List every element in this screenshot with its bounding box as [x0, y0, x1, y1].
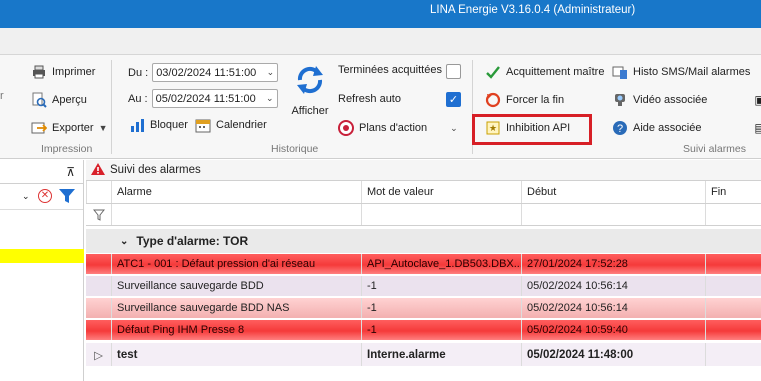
clear-icon[interactable]: ✕ [38, 189, 52, 203]
filter-cell[interactable] [361, 204, 521, 225]
table-row[interactable]: Surveillance sauvegarde BDD NAS -1 05/02… [86, 298, 761, 319]
histo-sms-mail-button[interactable]: Histo SMS/Mail alarmes [612, 64, 750, 80]
historique-group-label: Historique [271, 143, 319, 155]
table-row[interactable]: Surveillance sauvegarde BDD -1 05/02/202… [86, 276, 761, 297]
col-header-fin[interactable]: Fin [705, 181, 761, 203]
suivi-group-label: Suivi alarmes [683, 143, 747, 155]
selected-row-highlight[interactable] [0, 249, 84, 263]
pin-icon[interactable]: ⊼ [66, 165, 75, 179]
filter-cell[interactable] [705, 204, 761, 225]
date-du-picker[interactable]: 03/02/2024 11:51:00 ⌄ [152, 63, 279, 82]
grid-title: Suivi des alarmes [110, 164, 201, 176]
date-du-field[interactable]: Du : 03/02/2024 11:51:00 ⌄ [128, 63, 279, 82]
chevron-down-icon[interactable]: ⌄ [22, 191, 30, 202]
col-header-alarme[interactable]: Alarme [111, 181, 361, 203]
left-panel-header: ⊼ [0, 160, 83, 184]
refresh-auto-checkbox[interactable]: ✓ [446, 92, 461, 107]
group-row[interactable]: ⌄ Type d'alarme: TOR [86, 229, 761, 253]
imprimer-button[interactable]: Imprimer [31, 64, 95, 80]
plans-action-button[interactable]: Plans d'action ⌄ [338, 120, 458, 136]
acquittement-maitre-button[interactable]: Acquittement maître [485, 64, 604, 80]
left-panel: ⊼ ⌄ ✕ [0, 160, 84, 381]
table-row[interactable]: ▷ test Interne.alarme 05/02/2024 11:48:0… [86, 343, 761, 367]
partial-left-marker: r [0, 90, 4, 102]
calendar-icon [195, 117, 211, 133]
aide-associee-button[interactable]: ? Aide associée [612, 120, 702, 136]
calendrier-button[interactable]: Calendrier [195, 117, 267, 133]
printer-icon [31, 64, 47, 80]
warning-icon [90, 162, 106, 179]
exporter-button[interactable]: Exporter ▼ [31, 120, 108, 136]
left-panel-filter-bar: ⌄ ✕ [0, 184, 83, 210]
impression-group-label: Impression [41, 143, 93, 155]
filter-cell[interactable] [521, 204, 705, 225]
refresh-auto-option[interactable]: Refresh auto [338, 93, 401, 105]
afficher-button[interactable]: Afficher [288, 62, 332, 124]
group-divider [111, 60, 112, 154]
ribbon-tab-strip [0, 28, 761, 55]
target-icon [338, 120, 354, 136]
table-row[interactable]: ATC1 - 001 : Défaut pression d'ai réseau… [86, 254, 761, 275]
preview-icon [31, 92, 47, 108]
filter-cell[interactable] [111, 204, 361, 225]
refresh-icon [292, 62, 328, 101]
window-title: LINA Energie V3.16.0.4 (Administrateur) [430, 4, 636, 16]
grid-title-bar: Suivi des alarmes [86, 160, 761, 180]
mail-icon [612, 64, 628, 80]
filter-icon[interactable] [58, 187, 76, 208]
export-icon [31, 120, 47, 136]
camera-icon [612, 92, 628, 108]
expand-icon[interactable]: ▷ [86, 343, 111, 366]
forcer-la-fin-button[interactable]: Forcer la fin [485, 92, 564, 108]
chevron-down-icon: ⌄ [450, 122, 458, 133]
terminees-checkbox[interactable] [446, 64, 461, 79]
grid-filter-row [86, 204, 761, 226]
title-bar: LINA Energie V3.16.0.4 (Administrateur) [0, 0, 761, 28]
force-stop-icon [485, 92, 501, 108]
filter-icon[interactable] [86, 204, 111, 225]
group-label: Type d'alarme: TOR [136, 234, 249, 248]
bloquer-button[interactable]: Bloquer [129, 117, 188, 133]
partial-icon: ▤ [754, 121, 761, 135]
date-au-picker[interactable]: 05/02/2024 11:51:00 ⌄ [151, 89, 278, 108]
chevron-down-icon[interactable]: ⌄ [267, 67, 275, 78]
bars-icon [129, 117, 145, 133]
video-associee-button[interactable]: Vidéo associée [612, 92, 707, 108]
col-header-mot[interactable]: Mot de valeur [361, 181, 521, 203]
check-icon [485, 64, 501, 80]
date-au-field[interactable]: Au : 05/02/2024 11:51:00 ⌄ [128, 89, 278, 108]
chevron-down-icon[interactable]: ⌄ [120, 236, 128, 247]
svg-text:?: ? [617, 123, 623, 135]
chevron-down-icon[interactable]: ⌄ [266, 93, 274, 104]
table-row[interactable]: Défaut Ping IHM Presse 8 -1 05/02/2024 1… [86, 320, 761, 341]
col-header-debut[interactable]: Début [521, 181, 705, 203]
alarm-grid: Suivi des alarmes Alarme Mot de valeur D… [86, 160, 761, 381]
help-icon: ? [612, 120, 628, 136]
highlight-box [472, 114, 592, 145]
terminees-acquittees-option[interactable]: Terminées acquittées [338, 64, 442, 76]
chevron-down-icon: ▼ [98, 123, 108, 133]
grid-header: Alarme Mot de valeur Début Fin [86, 180, 761, 204]
partial-icon: ▣ [754, 93, 761, 107]
apercu-button[interactable]: Aperçu [31, 92, 87, 108]
